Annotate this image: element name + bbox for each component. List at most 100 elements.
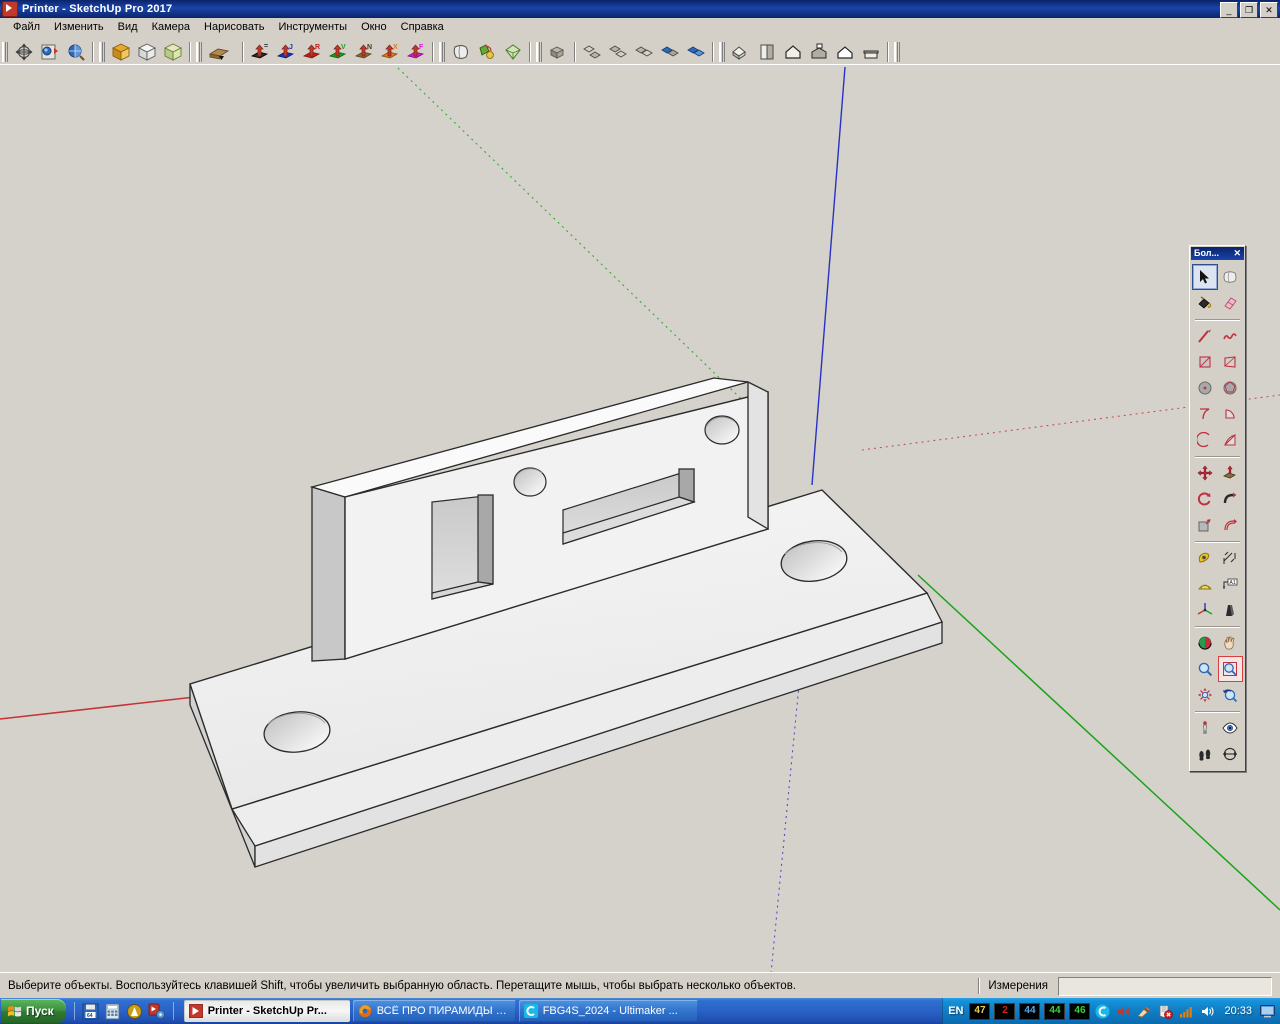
ammyy-icon[interactable] xyxy=(125,1001,145,1021)
layer-black-icon[interactable]: = xyxy=(248,40,272,64)
taskbar-item-firefox[interactable]: ВСЁ ПРО ПИРАМИДЫ А... xyxy=(352,1000,516,1022)
zoom-extents-tool[interactable] xyxy=(1192,682,1218,708)
style-shaded-icon[interactable] xyxy=(109,40,133,64)
arc-tool[interactable] xyxy=(1192,401,1218,427)
text-tool[interactable]: A1 xyxy=(1218,571,1244,597)
tape-measure-tool[interactable] xyxy=(1192,545,1218,571)
show-desktop-icon[interactable] xyxy=(1259,1003,1276,1020)
toolbar-grip[interactable] xyxy=(894,41,900,62)
position-camera-icon[interactable] xyxy=(38,40,62,64)
gadget-46[interactable]: 46 xyxy=(1069,1002,1091,1020)
paint-bucket-tool[interactable] xyxy=(1192,290,1218,316)
eraser-tool[interactable] xyxy=(1218,290,1244,316)
gadget-44b[interactable]: 44 xyxy=(1044,1002,1066,1020)
menu-edit[interactable]: Изменить xyxy=(47,19,111,35)
position-camera-tool[interactable] xyxy=(1192,715,1218,741)
view-back-icon[interactable] xyxy=(833,40,857,64)
orbit-icon[interactable] xyxy=(12,40,36,64)
layer-brown-icon[interactable]: N xyxy=(352,40,376,64)
save-64-icon[interactable]: 64 xyxy=(81,1001,101,1021)
network-signal-icon[interactable] xyxy=(1178,1003,1195,1020)
view-front-icon[interactable] xyxy=(781,40,805,64)
axes-tool[interactable] xyxy=(1192,597,1218,623)
section-plane-icon[interactable] xyxy=(206,40,238,64)
orbit-tool[interactable] xyxy=(1192,630,1218,656)
zoom-tool[interactable] xyxy=(1192,656,1218,682)
start-button[interactable]: Пуск xyxy=(1,999,66,1023)
line-tool[interactable] xyxy=(1192,323,1218,349)
dimension-tool[interactable] xyxy=(1218,545,1244,571)
component-edit-icon[interactable] xyxy=(606,40,630,64)
layer-magenta-icon[interactable]: F xyxy=(404,40,428,64)
volume-mute-icon[interactable] xyxy=(1115,1003,1132,1020)
security-alert-icon[interactable] xyxy=(1157,1003,1174,1020)
toolbar-grip[interactable] xyxy=(196,41,202,62)
rotate-tool[interactable] xyxy=(1192,486,1218,512)
pie-tool[interactable] xyxy=(1218,401,1244,427)
palette-title-bar[interactable]: Бол... ✕ xyxy=(1191,247,1244,260)
minimize-button[interactable]: _ xyxy=(1220,2,1238,18)
toolbar-grip[interactable] xyxy=(719,41,725,62)
taskbar-clock[interactable]: 20:33 xyxy=(1224,1005,1252,1017)
walk-tool[interactable] xyxy=(1192,741,1218,767)
model-viewport[interactable] xyxy=(0,65,1280,972)
component-blue-icon[interactable] xyxy=(658,40,682,64)
volume-icon[interactable] xyxy=(1199,1003,1216,1020)
look-around-tool[interactable] xyxy=(1218,715,1244,741)
large-tool-set-palette[interactable]: Бол... ✕ A1 xyxy=(1189,245,1246,772)
cura-tray-icon[interactable] xyxy=(1094,1003,1111,1020)
gadget-2[interactable]: 2 xyxy=(994,1002,1016,1020)
view-left-icon[interactable] xyxy=(859,40,883,64)
push-pull-tool[interactable] xyxy=(1218,460,1244,486)
toolbar-grip[interactable] xyxy=(99,41,105,62)
menu-window[interactable]: Окно xyxy=(354,19,394,35)
sketchup-quick-icon[interactable] xyxy=(147,1001,167,1021)
solid-outer-shell-icon[interactable] xyxy=(449,40,473,64)
calculator-icon[interactable] xyxy=(103,1001,123,1021)
select-tool[interactable] xyxy=(1192,264,1218,290)
view-top-icon[interactable] xyxy=(755,40,779,64)
follow-me-tool[interactable] xyxy=(1218,486,1244,512)
pan-tool[interactable] xyxy=(1218,630,1244,656)
three-d-text-tool[interactable] xyxy=(1218,597,1244,623)
gadget-47[interactable]: 47 xyxy=(969,1002,991,1020)
view-iso-icon[interactable] xyxy=(729,40,753,64)
circle-tool[interactable] xyxy=(1192,375,1218,401)
toolbar-grip[interactable] xyxy=(439,41,445,62)
language-indicator[interactable]: EN xyxy=(948,1005,963,1017)
menu-draw[interactable]: Нарисовать xyxy=(197,19,271,35)
layer-green-icon[interactable]: V xyxy=(326,40,350,64)
solid-union-icon[interactable] xyxy=(501,40,525,64)
taskbar-item-sketchup[interactable]: Printer - SketchUp Pr... xyxy=(183,1000,350,1022)
three-point-arc-tool[interactable] xyxy=(1218,427,1244,453)
make-group-icon[interactable] xyxy=(546,40,570,64)
restore-button[interactable]: ❐ xyxy=(1240,2,1258,18)
scale-tool[interactable] xyxy=(1192,512,1218,538)
menu-view[interactable]: Вид xyxy=(111,19,145,35)
view-right-icon[interactable] xyxy=(807,40,831,64)
offset-tool[interactable] xyxy=(1218,512,1244,538)
zoom-window-tool[interactable] xyxy=(1217,656,1243,682)
menu-file[interactable]: Файл xyxy=(6,19,47,35)
layer-orange-icon[interactable]: X xyxy=(378,40,402,64)
layer-blue-icon[interactable]: J xyxy=(274,40,298,64)
close-button[interactable]: ✕ xyxy=(1260,2,1278,18)
gadget-44a[interactable]: 44 xyxy=(1019,1002,1041,1020)
two-point-arc-tool[interactable] xyxy=(1192,427,1218,453)
previous-view-tool[interactable] xyxy=(1218,682,1244,708)
explode-icon[interactable] xyxy=(580,40,604,64)
solid-intersect-icon[interactable] xyxy=(475,40,499,64)
component-copy-icon[interactable] xyxy=(632,40,656,64)
move-tool[interactable] xyxy=(1192,460,1218,486)
rectangle-tool[interactable] xyxy=(1192,349,1218,375)
style-hidden-line-icon[interactable] xyxy=(135,40,159,64)
section-plane-tool[interactable] xyxy=(1218,741,1244,767)
style-texture-icon[interactable] xyxy=(161,40,185,64)
color-picker-icon[interactable] xyxy=(1136,1003,1153,1020)
component-blue2-icon[interactable] xyxy=(684,40,708,64)
make-component-tool[interactable] xyxy=(1218,264,1244,290)
layer-red-icon[interactable]: R xyxy=(300,40,324,64)
menu-tools[interactable]: Инструменты xyxy=(271,19,354,35)
menu-camera[interactable]: Камера xyxy=(145,19,197,35)
menu-help[interactable]: Справка xyxy=(394,19,451,35)
